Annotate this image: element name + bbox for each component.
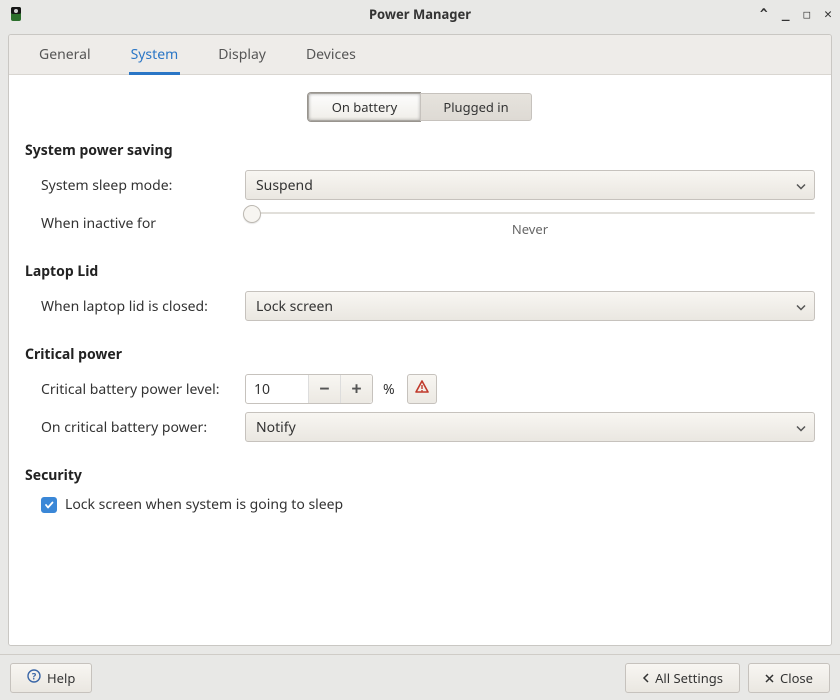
section-critical-power: Critical power xyxy=(25,345,815,364)
power-mode-toggle: On battery Plugged in xyxy=(308,93,532,121)
container: General System Display Devices On batter… xyxy=(8,34,832,646)
laptop-lid-closed-value: Lock screen xyxy=(256,297,333,316)
critical-level-increase-button[interactable]: + xyxy=(340,375,372,403)
when-inactive-for-label: When inactive for xyxy=(25,214,245,233)
system-sleep-mode-select[interactable]: Suspend xyxy=(245,170,815,200)
critical-level-spinner: − + xyxy=(245,374,373,404)
laptop-lid-closed-select[interactable]: Lock screen xyxy=(245,291,815,321)
on-critical-battery-select[interactable]: Notify xyxy=(245,412,815,442)
window-collapse-icon[interactable]: ^ xyxy=(760,7,768,22)
section-system-power-saving: System power saving xyxy=(25,141,815,160)
inactive-slider[interactable] xyxy=(245,212,815,214)
svg-text:?: ? xyxy=(32,669,37,682)
mode-plugged-in-button[interactable]: Plugged in xyxy=(420,93,532,121)
help-button[interactable]: ? Help xyxy=(10,663,92,693)
content: On battery Plugged in System power savin… xyxy=(9,75,831,645)
titlebar: Power Manager ^ _ □ ✕ xyxy=(0,0,840,28)
critical-level-decrease-button[interactable]: − xyxy=(308,375,340,403)
tab-display[interactable]: Display xyxy=(198,35,286,74)
close-icon xyxy=(765,669,774,687)
section-laptop-lid: Laptop Lid xyxy=(25,262,815,281)
critical-warning-button[interactable] xyxy=(407,374,437,404)
laptop-lid-closed-label: When laptop lid is closed: xyxy=(25,297,245,316)
window: Power Manager ^ _ □ ✕ General System Dis… xyxy=(0,0,840,700)
close-button[interactable]: Close xyxy=(748,663,830,693)
help-button-label: Help xyxy=(47,669,75,687)
tab-general[interactable]: General xyxy=(19,35,111,74)
critical-battery-level-label: Critical battery power level: xyxy=(25,380,245,399)
critical-level-input[interactable] xyxy=(246,375,308,403)
all-settings-button[interactable]: All Settings xyxy=(625,663,740,693)
window-minimize-icon[interactable]: _ xyxy=(782,7,790,22)
chevron-down-icon xyxy=(796,176,806,195)
section-security: Security xyxy=(25,466,815,485)
inactive-slider-thumb[interactable] xyxy=(243,205,261,223)
tab-system[interactable]: System xyxy=(111,35,199,74)
close-button-label: Close xyxy=(780,669,813,687)
system-sleep-mode-label: System sleep mode: xyxy=(25,176,245,195)
system-sleep-mode-value: Suspend xyxy=(256,176,313,195)
help-icon: ? xyxy=(27,669,41,687)
warning-icon xyxy=(414,379,430,400)
tab-devices[interactable]: Devices xyxy=(286,35,376,74)
lock-on-sleep-label: Lock screen when system is going to slee… xyxy=(65,495,343,514)
window-title: Power Manager xyxy=(0,5,840,23)
mode-on-battery-button[interactable]: On battery xyxy=(308,93,420,121)
tabbar: General System Display Devices xyxy=(9,35,831,75)
chevron-down-icon xyxy=(796,418,806,437)
percent-label: % xyxy=(383,380,395,399)
on-critical-battery-label: On critical battery power: xyxy=(25,418,245,437)
inactive-slider-value: Never xyxy=(245,220,815,238)
all-settings-button-label: All Settings xyxy=(655,669,723,687)
window-close-icon[interactable]: ✕ xyxy=(824,7,832,22)
window-maximize-icon[interactable]: □ xyxy=(804,8,811,21)
chevron-down-icon xyxy=(796,297,806,316)
on-critical-battery-value: Notify xyxy=(256,418,296,437)
footer: ? Help All Settings Close xyxy=(0,654,840,700)
lock-on-sleep-checkbox[interactable] xyxy=(41,497,57,513)
chevron-left-icon xyxy=(642,669,649,687)
